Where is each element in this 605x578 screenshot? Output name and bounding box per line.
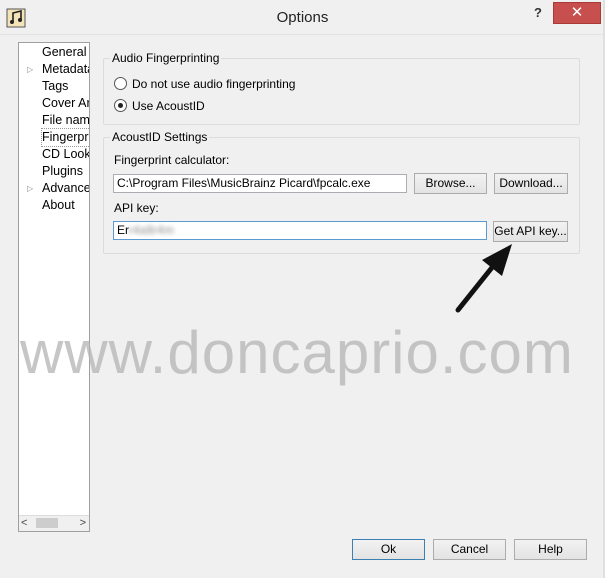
api-key-label: API key: xyxy=(114,201,159,215)
audio-fingerprinting-title: Audio Fingerprinting xyxy=(110,51,222,65)
fingerprint-calculator-field[interactable]: C:\Program Files\MusicBrainz Picard\fpca… xyxy=(113,174,407,193)
radio-off-icon[interactable] xyxy=(114,77,127,90)
scroll-left-icon[interactable]: < xyxy=(21,517,27,529)
watermark-text: www.doncaprio.com xyxy=(20,319,574,386)
scroll-thumb[interactable] xyxy=(36,518,58,528)
help-title-button[interactable]: ? xyxy=(526,2,550,24)
radio-on-icon[interactable] xyxy=(114,99,127,112)
close-button[interactable]: ✕ xyxy=(553,2,601,24)
api-key-field[interactable]: Err4a8r4m xyxy=(113,221,487,240)
horizontal-scrollbar[interactable]: < > xyxy=(19,515,89,531)
download-button[interactable]: Download... xyxy=(494,173,568,194)
cancel-button[interactable]: Cancel xyxy=(433,539,506,560)
expand-arrow-icon[interactable]: ▷ xyxy=(27,180,33,197)
pointer-arrow-icon xyxy=(455,244,512,313)
scroll-right-icon[interactable]: > xyxy=(80,517,86,529)
window-title: Options xyxy=(276,9,329,26)
expand-arrow-icon[interactable]: ▷ xyxy=(27,61,33,78)
acoustid-settings-title: AcoustID Settings xyxy=(110,130,210,144)
title-bar: Options ? ✕ xyxy=(0,0,605,35)
ok-button[interactable]: Ok xyxy=(352,539,425,560)
options-nav-tree[interactable]: General ▷ Metadata Tags Cover Art File na… xyxy=(18,42,90,532)
fingerprint-calculator-label: Fingerprint calculator: xyxy=(114,153,230,167)
browse-button[interactable]: Browse... xyxy=(414,173,487,194)
help-button[interactable]: Help xyxy=(514,539,587,560)
